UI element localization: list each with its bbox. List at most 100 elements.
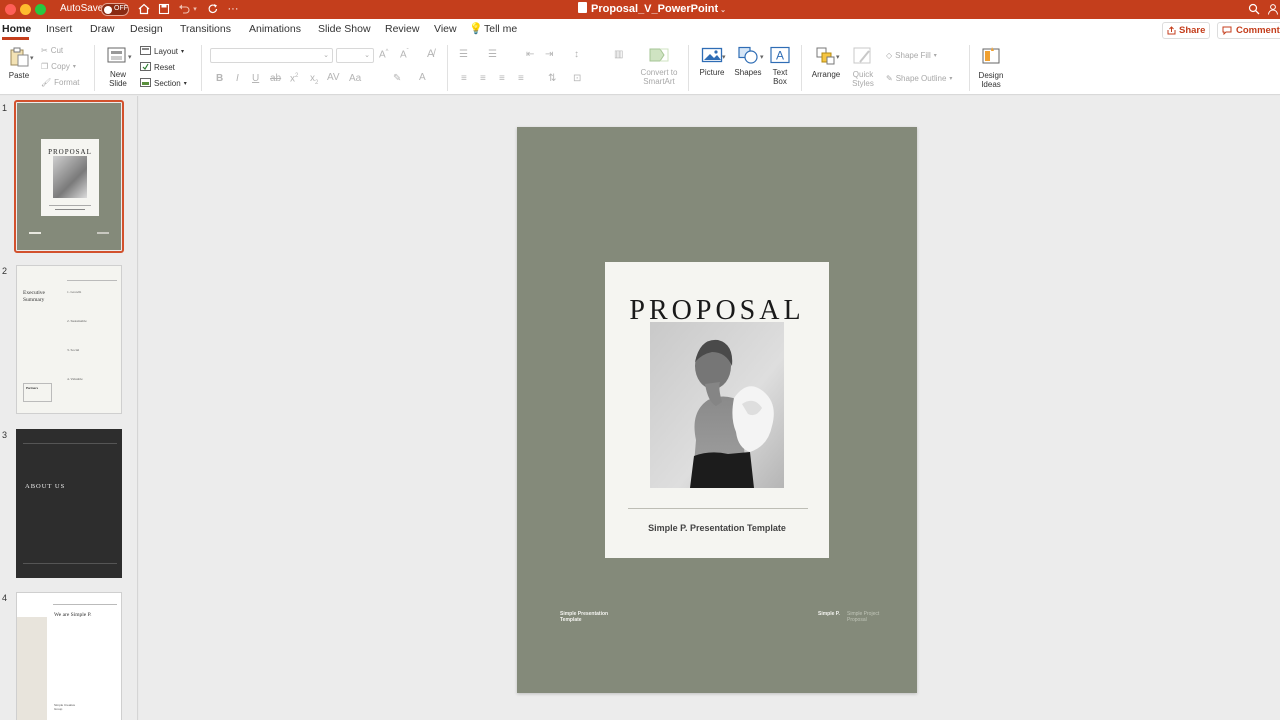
font-size-select[interactable]: ⌄ <box>336 48 374 63</box>
share-button[interactable]: Share <box>1162 22 1210 39</box>
thumb1-footer-left <box>29 232 41 234</box>
tab-design[interactable]: Design <box>130 23 163 35</box>
align-text-icon[interactable]: ⊡ <box>573 73 581 84</box>
line-spacing-icon[interactable]: ↕ <box>574 49 579 60</box>
undo-dropdown-icon[interactable]: ▾ <box>190 1 200 17</box>
tab-slide-show[interactable]: Slide Show <box>318 23 371 35</box>
comments-button[interactable]: Comments <box>1217 22 1280 39</box>
text-box-button[interactable]: A Text Box <box>766 46 794 86</box>
shapes-button[interactable]: Shapes <box>732 46 764 77</box>
picture-dropdown-icon[interactable]: ▾ <box>722 53 726 61</box>
tab-transitions[interactable]: Transitions <box>180 23 231 35</box>
strikethrough-icon[interactable]: ab <box>270 73 281 84</box>
slide-subtitle[interactable]: Simple P. Presentation Template <box>605 523 829 533</box>
convert-smartart-button[interactable]: Convert to SmartArt <box>636 46 682 86</box>
increase-font-size-icon[interactable]: A^ <box>379 49 389 60</box>
layout-button[interactable]: Layout ▾ <box>140 46 184 57</box>
superscript-icon[interactable]: x2 <box>290 73 298 84</box>
change-case-icon[interactable]: Aa <box>349 73 361 84</box>
quick-styles-button[interactable]: Quick Styles <box>847 46 879 88</box>
account-icon[interactable] <box>1266 1 1280 17</box>
chevron-down-icon: ⌄ <box>364 52 370 59</box>
italic-icon[interactable]: I <box>236 73 239 84</box>
arrange-dropdown-icon[interactable]: ▾ <box>836 53 840 61</box>
paste-dropdown-icon[interactable]: ▾ <box>30 54 34 62</box>
design-ideas-button[interactable]: Design Ideas <box>975 45 1007 89</box>
tell-me-search[interactable]: Tell me <box>484 23 517 35</box>
current-slide[interactable]: PROPOSAL Simple P. Presentation Template… <box>517 127 917 693</box>
more-icon[interactable]: ··· <box>225 1 241 17</box>
slide-number: 2 <box>2 266 8 276</box>
portrait-photo[interactable] <box>650 322 784 488</box>
slide-thumbnail-4[interactable]: We are Simple P. Simple Creative Group <box>16 592 122 720</box>
arrange-button[interactable]: Arrange <box>808 46 844 79</box>
title-dropdown-icon[interactable]: ⌄ <box>718 7 726 14</box>
shape-fill-label: Shape Fill <box>895 51 931 60</box>
shape-outline-dropdown-icon: ▾ <box>949 76 953 82</box>
highlight-icon[interactable]: ✎ <box>393 73 401 84</box>
section-button[interactable]: Section ▾ <box>140 78 187 89</box>
text-direction-icon[interactable]: ⇅ <box>548 73 556 84</box>
slide-thumbnail-1[interactable]: PROPOSAL <box>14 100 124 253</box>
footer-project-label[interactable]: Simple Project Proposal <box>847 611 879 623</box>
title-card[interactable]: PROPOSAL Simple P. Presentation Template <box>605 262 829 558</box>
footer-template-label[interactable]: Simple Presentation Template <box>560 611 608 623</box>
subscript-icon[interactable]: x2 <box>310 73 318 86</box>
tab-home[interactable]: Home <box>2 23 31 35</box>
search-icon[interactable] <box>1246 1 1262 17</box>
home-icon[interactable] <box>136 1 152 17</box>
redo-icon[interactable] <box>205 1 221 17</box>
thumb4-title: We are Simple P. <box>54 612 92 618</box>
numbering-icon[interactable]: ☰ <box>488 49 497 60</box>
font-color-icon[interactable]: A <box>419 72 426 83</box>
lightbulb-icon: 💡 <box>469 23 483 35</box>
cut-button[interactable]: ✂ Cut <box>41 46 63 55</box>
columns-icon[interactable]: ▥ <box>614 49 623 60</box>
copy-icon: ❐ <box>41 62 49 71</box>
align-center-icon[interactable]: ≡ <box>480 73 486 84</box>
increase-indent-icon[interactable]: ⇥ <box>545 49 553 60</box>
character-spacing-icon[interactable]: AV <box>327 72 340 83</box>
thumb2-partners-box: Partners <box>23 383 52 402</box>
tab-draw[interactable]: Draw <box>90 23 115 35</box>
shape-outline-button[interactable]: ✎ Shape Outline ▾ <box>886 74 952 83</box>
autosave-toggle[interactable]: OFF <box>101 3 129 16</box>
comment-icon <box>1222 26 1232 38</box>
tab-animations[interactable]: Animations <box>249 23 301 35</box>
tab-insert[interactable]: Insert <box>46 23 72 35</box>
design-ideas-line1: Design <box>978 71 1004 80</box>
decrease-font-size-icon[interactable]: Aˇ <box>400 49 409 60</box>
paste-button[interactable]: Paste <box>4 47 34 80</box>
reset-button[interactable]: Reset <box>140 62 175 73</box>
zoom-window-button[interactable] <box>35 4 46 15</box>
save-icon[interactable] <box>156 1 172 17</box>
underline-icon[interactable]: U <box>252 73 259 84</box>
thumb3-title: ABOUT US <box>25 483 66 490</box>
slide-thumbnail-2[interactable]: Executive Summary 1. Growth 2. Sustainab… <box>16 265 122 414</box>
autosave-state: OFF <box>114 5 128 12</box>
justify-icon[interactable]: ≡ <box>518 73 524 84</box>
slide-thumbnail-3[interactable]: ABOUT US <box>16 429 122 578</box>
reset-label: Reset <box>154 63 175 72</box>
minimize-window-button[interactable] <box>20 4 31 15</box>
picture-button[interactable]: Picture <box>696 46 728 77</box>
shapes-dropdown-icon[interactable]: ▾ <box>760 53 764 61</box>
bold-icon[interactable]: B <box>216 73 223 84</box>
ribbon-separator <box>447 45 448 91</box>
slide-number: 1 <box>2 103 8 113</box>
bullets-icon[interactable]: ☰ <box>459 49 468 60</box>
shape-fill-button[interactable]: ◇ Shape Fill ▾ <box>886 51 937 60</box>
clear-formatting-icon[interactable]: A̸ <box>427 48 434 60</box>
footer-brand[interactable]: Simple P. <box>818 611 840 617</box>
decrease-indent-icon[interactable]: ⇤ <box>526 49 534 60</box>
align-right-icon[interactable]: ≡ <box>499 73 505 84</box>
reset-icon <box>140 62 151 73</box>
tab-view[interactable]: View <box>434 23 457 35</box>
new-slide-dropdown-icon[interactable]: ▾ <box>128 53 132 61</box>
tab-review[interactable]: Review <box>385 23 419 35</box>
format-painter-button[interactable]: 🖌 Format <box>41 78 80 87</box>
close-window-button[interactable] <box>5 4 16 15</box>
font-name-select[interactable]: ⌄ <box>210 48 333 63</box>
align-left-icon[interactable]: ≡ <box>461 73 467 84</box>
copy-button[interactable]: ❐ Copy ▾ <box>41 62 76 71</box>
